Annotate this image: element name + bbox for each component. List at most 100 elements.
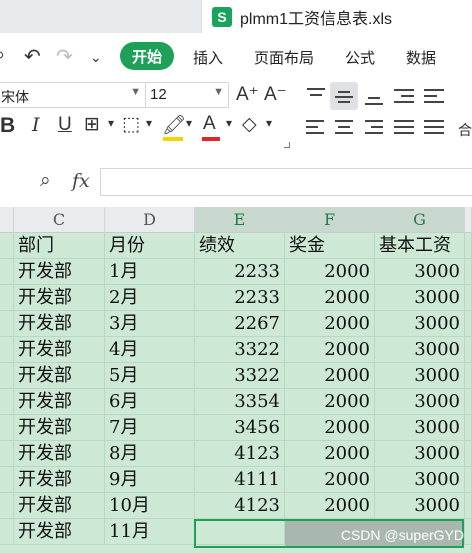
fill-color-icon[interactable]: 🖍	[162, 113, 186, 137]
align-middle-icon[interactable]	[330, 82, 358, 110]
align-top-icon[interactable]	[302, 82, 330, 110]
column-header-e[interactable]: E	[195, 207, 285, 233]
table-cell[interactable]: 3000	[375, 441, 465, 467]
table-cell[interactable]: 开发部	[14, 415, 105, 441]
table-cell[interactable]: 开发部	[14, 259, 105, 285]
align-left-icon[interactable]	[302, 112, 330, 140]
redo-icon[interactable]: ↷	[56, 44, 73, 69]
column-header-next[interactable]	[465, 207, 472, 233]
table-cell[interactable]: 3000	[375, 285, 465, 311]
header-cell[interactable]: 部门	[14, 233, 105, 259]
table-cell[interactable]: 开发部	[14, 311, 105, 337]
italic-button[interactable]: I	[32, 114, 40, 136]
table-cell[interactable]	[465, 415, 472, 441]
chevron-down-icon[interactable]: ▾	[266, 116, 272, 130]
chevron-down-icon[interactable]: ▾	[226, 116, 232, 130]
merge-cells-button[interactable]: 合	[458, 120, 472, 140]
table-cell[interactable]	[465, 259, 472, 285]
search-icon[interactable]: ⌕	[0, 44, 5, 67]
table-cell[interactable]: 11月	[105, 519, 195, 545]
table-cell[interactable]	[465, 285, 472, 311]
row-stub[interactable]	[0, 259, 14, 285]
tab-home[interactable]: 开始	[120, 42, 174, 70]
table-cell[interactable]: 2267	[195, 311, 285, 337]
tab-data[interactable]: 数据	[406, 47, 436, 68]
table-cell[interactable]: 4123	[195, 441, 285, 467]
tab-insert[interactable]: 插入	[193, 47, 223, 68]
align-center-icon[interactable]	[330, 112, 358, 140]
table-cell[interactable]: 2000	[285, 441, 375, 467]
table-cell[interactable]: 7月	[105, 415, 195, 441]
table-cell[interactable]: 2000	[285, 467, 375, 493]
more-dropdown-icon[interactable]: ⌄	[90, 49, 102, 66]
header-cell[interactable]: 绩效	[195, 233, 285, 259]
underline-button[interactable]: U	[58, 114, 72, 136]
table-cell[interactable]: 10月	[105, 493, 195, 519]
table-cell[interactable]: 2000	[285, 337, 375, 363]
header-cell[interactable]: 奖金	[285, 233, 375, 259]
table-cell[interactable]: 3000	[375, 311, 465, 337]
table-cell[interactable]: 4111	[195, 467, 285, 493]
table-cell[interactable]: 1月	[105, 259, 195, 285]
border-icon[interactable]: ⊞	[84, 113, 100, 136]
row-stub[interactable]	[0, 467, 14, 493]
table-cell[interactable]: 2000	[285, 363, 375, 389]
table-cell[interactable]: 3000	[375, 363, 465, 389]
table-cell[interactable]: 开发部	[14, 519, 105, 545]
table-cell[interactable]: 9月	[105, 467, 195, 493]
column-header-d[interactable]: D	[105, 207, 195, 233]
header-cell[interactable]: 基本工资	[375, 233, 465, 259]
table-cell[interactable]: 2000	[285, 415, 375, 441]
table-cell[interactable]: 4月	[105, 337, 195, 363]
table-cell[interactable]: 开发部	[14, 389, 105, 415]
function-icon[interactable]: fx	[72, 170, 90, 192]
table-cell[interactable]: 3000	[375, 415, 465, 441]
table-cell[interactable]: 6月	[105, 389, 195, 415]
table-cell[interactable]: 2000	[285, 389, 375, 415]
table-cell[interactable]: 3322	[195, 363, 285, 389]
document-tab[interactable]: S plmm1工资信息表.xls	[204, 0, 392, 33]
align-bottom-icon[interactable]	[360, 82, 388, 110]
table-cell[interactable]	[465, 467, 472, 493]
justify-icon[interactable]	[390, 112, 418, 140]
font-dialog-launcher-icon[interactable]	[284, 142, 290, 148]
table-cell[interactable]	[465, 389, 472, 415]
table-cell[interactable]	[465, 233, 472, 259]
table-cell[interactable]: 4123	[195, 493, 285, 519]
chevron-down-icon[interactable]: ▾	[108, 116, 114, 130]
row-stub[interactable]	[0, 311, 14, 337]
row-stub[interactable]	[0, 233, 14, 259]
table-cell[interactable]: 8月	[105, 441, 195, 467]
undo-icon[interactable]: ↶	[24, 44, 41, 69]
table-cell[interactable]: 开发部	[14, 363, 105, 389]
table-cell[interactable]: 2000	[285, 285, 375, 311]
table-cell[interactable]: 开发部	[14, 285, 105, 311]
font-color-button[interactable]: A	[203, 113, 216, 135]
column-header-f[interactable]: F	[285, 207, 375, 233]
table-cell[interactable]: 2000	[285, 259, 375, 285]
table-cell[interactable]: 2000	[285, 311, 375, 337]
table-cell[interactable]	[465, 311, 472, 337]
table-cell[interactable]: 开发部	[14, 467, 105, 493]
row-stub[interactable]	[0, 285, 14, 311]
table-cell[interactable]: 3000	[375, 389, 465, 415]
table-cell[interactable]: 3322	[195, 337, 285, 363]
font-name-select[interactable]: 宋体 ▼	[0, 82, 146, 108]
chevron-down-icon[interactable]: ▾	[146, 116, 152, 130]
table-cell[interactable]	[465, 519, 472, 545]
zoom-icon[interactable]: ⌕	[40, 170, 51, 192]
table-cell[interactable]: 3000	[375, 493, 465, 519]
table-cell[interactable]	[465, 337, 472, 363]
row-stub[interactable]	[0, 363, 14, 389]
table-cell[interactable]: 2月	[105, 285, 195, 311]
increase-indent-icon[interactable]	[420, 82, 448, 110]
row-stub[interactable]	[0, 441, 14, 467]
table-cell[interactable]: 3000	[375, 467, 465, 493]
row-stub[interactable]	[0, 493, 14, 519]
table-cell[interactable]: 3000	[375, 259, 465, 285]
row-stub[interactable]	[0, 519, 14, 545]
table-cell[interactable]	[465, 493, 472, 519]
table-cell[interactable]: 3456	[195, 415, 285, 441]
distributed-align-icon[interactable]	[420, 112, 448, 140]
shrink-font-icon[interactable]: A⁻	[264, 83, 287, 106]
